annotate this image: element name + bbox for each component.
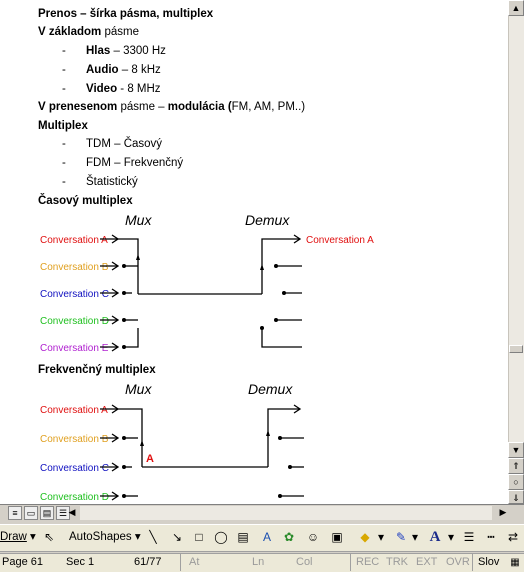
arrow-style-icon[interactable]: ⇄ (504, 528, 522, 546)
status-page: Page 61 (2, 556, 43, 568)
scrollbar-thumb[interactable] (509, 345, 523, 353)
bullet-dash: - (62, 45, 66, 57)
status-column: Col (296, 556, 313, 568)
document-page[interactable]: Prenos – šírka pásma, multiplex V základ… (0, 0, 508, 504)
oval-icon[interactable]: ◯ (212, 528, 230, 546)
list-item: Audio – 8 kHz (86, 64, 161, 76)
conversation-a-output-label: Conversation A (306, 235, 374, 246)
multiplex-heading: Multiplex (38, 120, 88, 132)
word-window: Prenos – šírka pásma, multiplex V základ… (0, 0, 524, 572)
conversation-e-label: Conversation E (40, 343, 109, 354)
status-at: At (189, 556, 200, 568)
tdm-diagram: Mux Demux Conversation A Conversation B … (40, 212, 374, 354)
list-item: Video - 8 MHz (86, 83, 161, 95)
dash-style-icon[interactable]: ┅ (482, 528, 500, 546)
conversation-c-label: Conversation C (40, 289, 109, 300)
conversation-b-label: Conversation B (40, 262, 109, 273)
fdm-heading: Frekvenčný multiplex (38, 364, 156, 376)
previous-page-button[interactable]: ⇑ (508, 458, 524, 474)
normal-view-icon[interactable]: ≡ (8, 506, 22, 520)
status-ext[interactable]: EXT (416, 556, 437, 568)
status-separator (350, 554, 351, 571)
status-trk[interactable]: TRK (386, 556, 408, 568)
wordart-icon[interactable]: A (258, 528, 276, 546)
fill-color-dropdown-icon[interactable]: ▾ (372, 528, 390, 546)
web-layout-view-icon[interactable]: ▭ (24, 506, 38, 520)
bullet-dash: - (62, 157, 66, 169)
clip-art-icon[interactable]: ☺ (304, 528, 322, 546)
tdm-wires (100, 234, 302, 352)
text-box-icon[interactable]: ▤ (234, 528, 252, 546)
status-ovr[interactable]: OVR (446, 556, 470, 568)
mux-label: Mux (125, 381, 152, 397)
bullet-dash: - (62, 64, 66, 76)
list-item: Štatistický (86, 176, 138, 188)
status-rec[interactable]: REC (356, 556, 379, 568)
bullet-dash: - (62, 176, 66, 188)
picture-icon[interactable]: ▣ (328, 528, 346, 546)
spelling-status-icon[interactable]: ▦ (508, 555, 522, 569)
font-color-dropdown-icon[interactable]: ▾ (442, 528, 460, 546)
autoshapes-menu-button[interactable]: AutoShapes ▾ (69, 529, 141, 543)
rectangle-icon[interactable]: □ (190, 528, 208, 546)
arrow-icon[interactable]: ↘ (168, 528, 186, 546)
fdm-diagram: Mux Demux Conversation A Conversation B … (40, 381, 304, 503)
status-separator (472, 554, 473, 571)
line-style-icon[interactable]: ☰ (460, 528, 478, 546)
status-section: Sec 1 (66, 556, 95, 568)
list-item: TDM – Časový (86, 138, 163, 150)
tdm-inputs: Conversation A Conversation B Conversati… (40, 235, 109, 354)
demux-label: Demux (248, 381, 293, 397)
list-item: Hlas – 3300 Hz (86, 45, 166, 57)
select-objects-icon[interactable]: ⇖ (40, 528, 58, 546)
status-language: Slov (478, 556, 500, 568)
channel-a-label: A (146, 453, 154, 465)
bullet-dash: - (62, 138, 66, 150)
conversation-a-label: Conversation A (40, 405, 108, 416)
bullet-dash: - (62, 83, 66, 95)
line-icon[interactable]: ╲ (144, 528, 162, 546)
conversation-a-label: Conversation A (40, 235, 108, 246)
conversation-d-label: Conversation D (40, 316, 109, 327)
status-line: Ln (252, 556, 265, 568)
status-page-count: 61/77 (134, 556, 162, 568)
conversation-c-label: Conversation C (40, 463, 109, 474)
next-page-button[interactable]: ⇓ (508, 490, 524, 504)
fdm-wires (100, 404, 304, 501)
list-item: FDM – Frekvenčný (86, 157, 184, 169)
scroll-down-button[interactable]: ▼ (508, 442, 524, 458)
status-separator (180, 554, 181, 571)
section-heading: Prenos – šírka pásma, multiplex (38, 8, 214, 20)
scroll-up-button[interactable]: ▲ (508, 0, 524, 16)
select-browse-object-button[interactable]: ○ (508, 474, 524, 490)
fdm-inputs: Conversation A Conversation B Conversati… (40, 405, 109, 503)
conversation-b-label: Conversation B (40, 434, 109, 445)
tdm-heading: Časový multiplex (38, 195, 133, 207)
vertical-scrollbar[interactable] (508, 0, 524, 504)
scroll-left-icon[interactable]: ◀ (66, 506, 78, 520)
line-color-dropdown-icon[interactable]: ▾ (406, 528, 424, 546)
scroll-right-icon[interactable]: ▶ (496, 506, 510, 520)
baseband-line: V základom pásme (38, 26, 139, 38)
mux-label: Mux (125, 212, 152, 228)
horizontal-scrollbar[interactable] (80, 506, 492, 520)
draw-menu-button[interactable]: Draw ▾ (0, 529, 36, 543)
diagram-icon[interactable]: ✿ (280, 528, 298, 546)
print-layout-view-icon[interactable]: ▤ (40, 506, 54, 520)
demux-label: Demux (245, 212, 290, 228)
conversation-d-label: Conversation D (40, 492, 109, 503)
modulated-line: V prenesenom pásme – modulácia (FM, AM, … (38, 101, 306, 113)
